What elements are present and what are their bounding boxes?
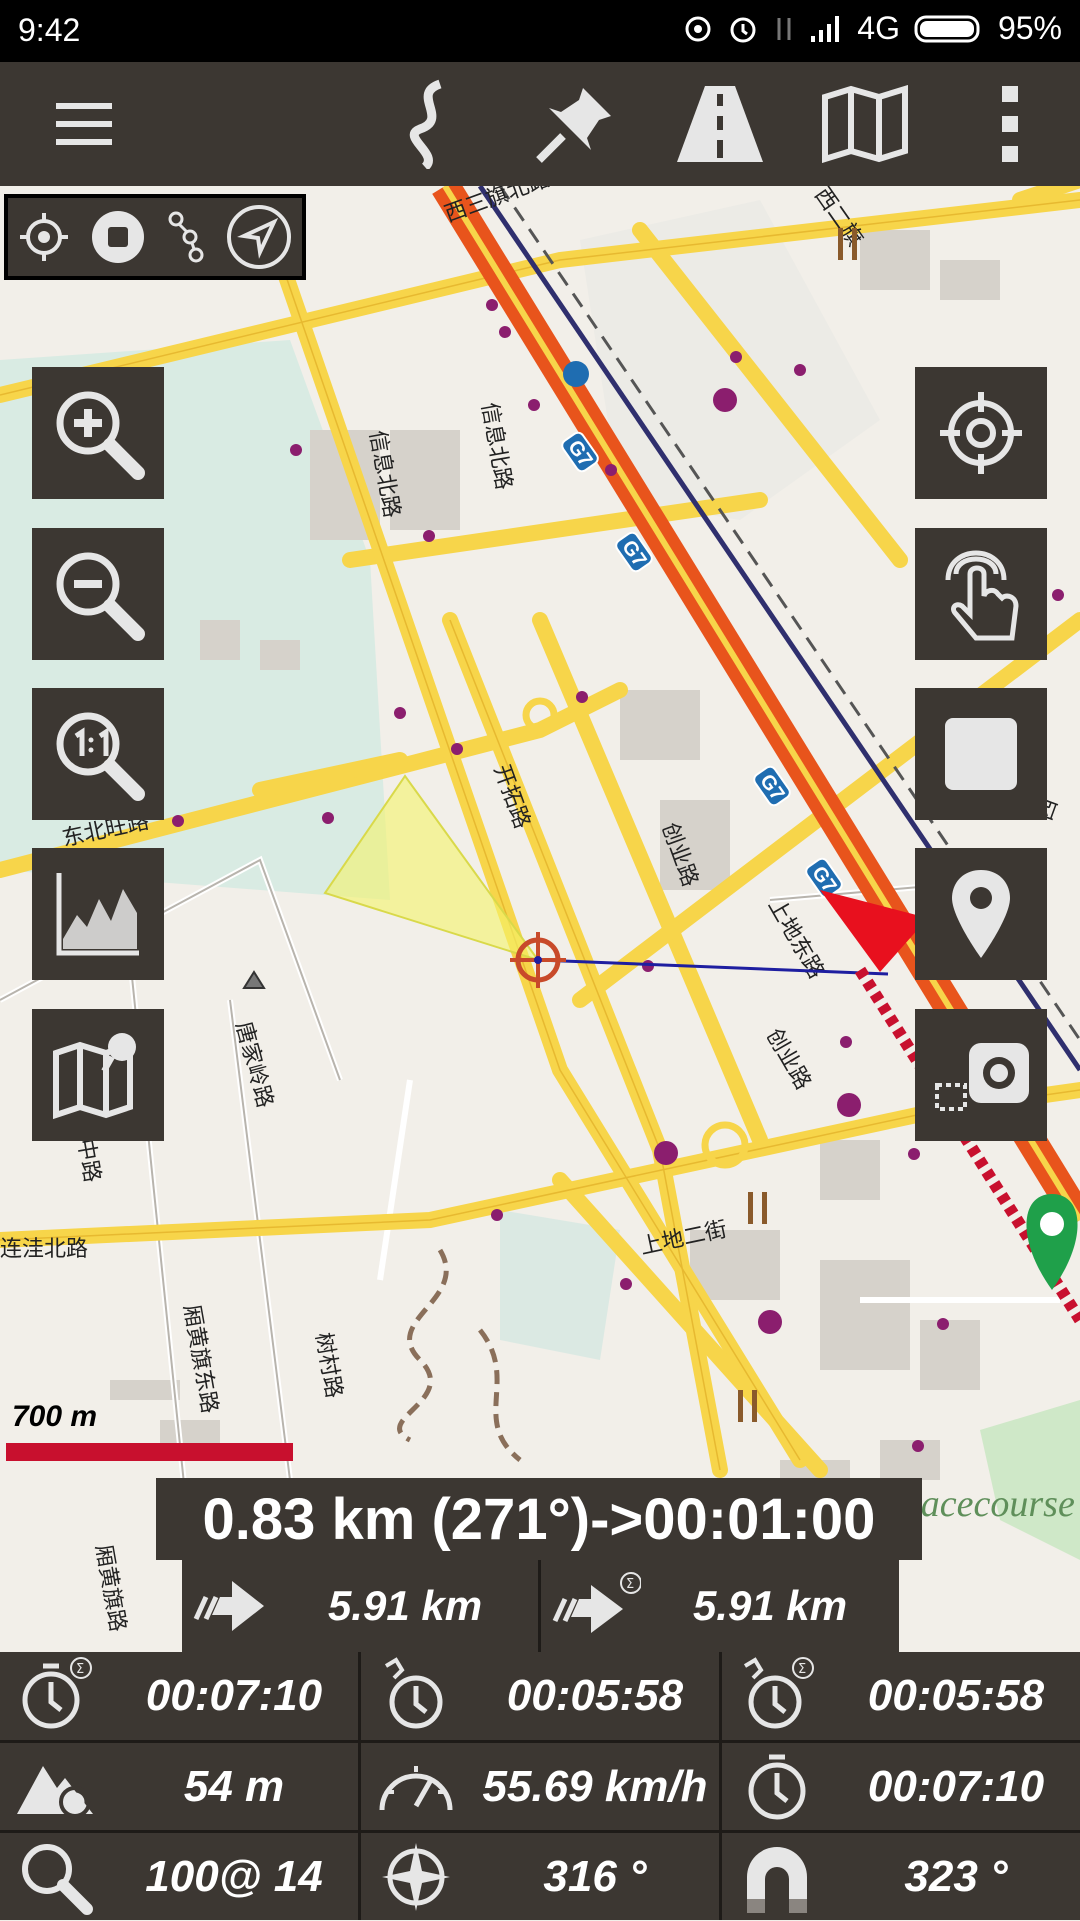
elevation-chart-button[interactable] bbox=[32, 848, 164, 980]
distance-remaining-value: 5.91 km bbox=[327, 1582, 483, 1629]
road-label: 厢黄旗东路 bbox=[179, 1303, 223, 1416]
stat-value: 00:05:58 bbox=[506, 1671, 684, 1720]
stat-elapsed-time[interactable]: 00:07:10 bbox=[722, 1743, 1080, 1831]
altitude-icon bbox=[17, 1766, 93, 1818]
stat-magnetic-heading[interactable]: 323 ° bbox=[722, 1833, 1080, 1921]
maps-button[interactable] bbox=[815, 74, 915, 174]
stat-speed[interactable]: 55.69 km/h bbox=[361, 1743, 719, 1831]
overflow-menu-button[interactable] bbox=[960, 74, 1060, 174]
map-layers-button[interactable] bbox=[32, 1009, 164, 1141]
track-nodes-icon[interactable] bbox=[166, 211, 206, 263]
zoom-one-to-one-icon bbox=[56, 712, 145, 801]
svg-text:Σ: Σ bbox=[76, 1662, 84, 1677]
status-icons: 4G 95% bbox=[683, 10, 1062, 47]
target-info-label: 0.83 km (271°)->00:01:00 bbox=[156, 1478, 922, 1560]
network-type: 4G bbox=[857, 10, 900, 46]
navigate-arrow-icon[interactable] bbox=[226, 204, 292, 270]
road-button[interactable] bbox=[670, 74, 770, 174]
hamburger-icon bbox=[56, 103, 112, 145]
moving-time-icon bbox=[384, 1657, 443, 1729]
road-label: 中路 bbox=[73, 1137, 105, 1185]
stat-value: 316 ° bbox=[543, 1852, 647, 1901]
add-marker-button[interactable] bbox=[915, 848, 1047, 980]
data-transfer-icon bbox=[777, 17, 791, 40]
pushpin-icon bbox=[536, 88, 611, 163]
signal-icon bbox=[811, 15, 840, 42]
stat-value: 00:05:58 bbox=[867, 1671, 1045, 1720]
svg-text:Σ: Σ bbox=[626, 1577, 634, 1592]
stopwatch-sum-icon: Σ bbox=[22, 1657, 92, 1729]
road-label: 厢黄旗路 bbox=[91, 1543, 131, 1634]
camera-button[interactable] bbox=[915, 1009, 1047, 1141]
track-controls bbox=[4, 194, 306, 280]
road-label: 信息北路 bbox=[477, 401, 517, 492]
crosshair-icon[interactable] bbox=[18, 211, 70, 263]
alarm-icon bbox=[730, 17, 756, 42]
area-label: racecourse bbox=[906, 1483, 1075, 1525]
moving-time-sum-icon: Σ bbox=[743, 1657, 814, 1729]
distance-total-value: 5.91 km bbox=[692, 1582, 848, 1629]
stat-value: 55.69 km/h bbox=[482, 1762, 708, 1811]
road-label: 创业路 bbox=[762, 1024, 817, 1094]
stat-value: 100@ 14 bbox=[145, 1852, 323, 1901]
stat-value: 00:07:10 bbox=[145, 1671, 323, 1720]
status-bar: 9:42 4G 95% bbox=[0, 0, 1080, 62]
road-label: 树村路 bbox=[311, 1331, 347, 1400]
road-label: 连洼北路 bbox=[0, 1236, 88, 1261]
battery-icon bbox=[914, 15, 980, 42]
battery-level: 95% bbox=[997, 10, 1062, 46]
road-icon bbox=[677, 86, 763, 162]
distance-sum-arrow-icon: Σ bbox=[552, 1572, 641, 1633]
top-toolbar bbox=[0, 62, 1080, 186]
gps-target-icon bbox=[940, 392, 1022, 474]
zoom-in-icon bbox=[56, 391, 145, 480]
speedometer-icon bbox=[379, 1766, 453, 1811]
map-pin-folded-icon bbox=[53, 1033, 136, 1120]
scale-label: 700 m bbox=[12, 1400, 98, 1433]
distance-arrow-icon bbox=[193, 1581, 264, 1631]
peak-icon bbox=[242, 970, 266, 989]
touch-mode-button[interactable] bbox=[915, 528, 1047, 660]
svg-text:Σ: Σ bbox=[798, 1662, 806, 1677]
stat-value: 323 ° bbox=[904, 1852, 1008, 1901]
stop-button[interactable] bbox=[915, 688, 1047, 820]
distance-total-panel: Σ 5.91 km bbox=[541, 1560, 899, 1652]
stat-value: 00:07:10 bbox=[867, 1762, 1045, 1811]
center-position-button[interactable] bbox=[915, 367, 1047, 499]
stop-record-icon[interactable] bbox=[90, 209, 146, 265]
zoom-icon bbox=[22, 1844, 93, 1915]
distance-remaining-panel: 5.91 km bbox=[182, 1560, 538, 1652]
zoom-out-button[interactable] bbox=[32, 528, 164, 660]
stat-moving-time-sum[interactable]: Σ 00:05:58 bbox=[722, 1652, 1080, 1740]
stop-square-icon bbox=[945, 718, 1017, 790]
zoom-out-icon bbox=[56, 552, 145, 641]
status-time: 9:42 bbox=[18, 12, 81, 48]
stat-zoom[interactable]: 100@ 14 bbox=[0, 1833, 358, 1921]
folded-map-icon bbox=[822, 85, 908, 163]
touch-hand-icon bbox=[945, 550, 1019, 641]
scale-bar bbox=[6, 1443, 293, 1461]
compass-icon bbox=[382, 1843, 450, 1911]
stat-total-time[interactable]: Σ 00:07:10 bbox=[0, 1652, 358, 1740]
stat-bearing[interactable]: 316 ° bbox=[361, 1833, 719, 1921]
stopwatch-icon bbox=[748, 1754, 806, 1820]
zoom-reset-button[interactable] bbox=[32, 688, 164, 820]
hotspot-icon bbox=[685, 16, 711, 41]
location-pin-icon bbox=[952, 870, 1010, 958]
menu-button[interactable] bbox=[34, 74, 134, 174]
stats-panel: Σ 00:07:10 00:05:58 Σ 00:05:58 54 m 55.6… bbox=[0, 1652, 1080, 1920]
stat-moving-time[interactable]: 00:05:58 bbox=[361, 1652, 719, 1740]
more-vertical-icon bbox=[1002, 86, 1018, 162]
camera-icon bbox=[935, 1043, 1029, 1111]
route-button[interactable] bbox=[380, 74, 480, 174]
green-marker bbox=[1026, 1194, 1078, 1290]
waypoint-button[interactable] bbox=[525, 74, 625, 174]
chart-icon bbox=[56, 873, 139, 956]
route-icon bbox=[409, 79, 442, 169]
stat-value: 54 m bbox=[183, 1762, 285, 1811]
stat-altitude[interactable]: 54 m bbox=[0, 1743, 358, 1831]
zoom-in-button[interactable] bbox=[32, 367, 164, 499]
magnet-icon bbox=[747, 1847, 807, 1913]
